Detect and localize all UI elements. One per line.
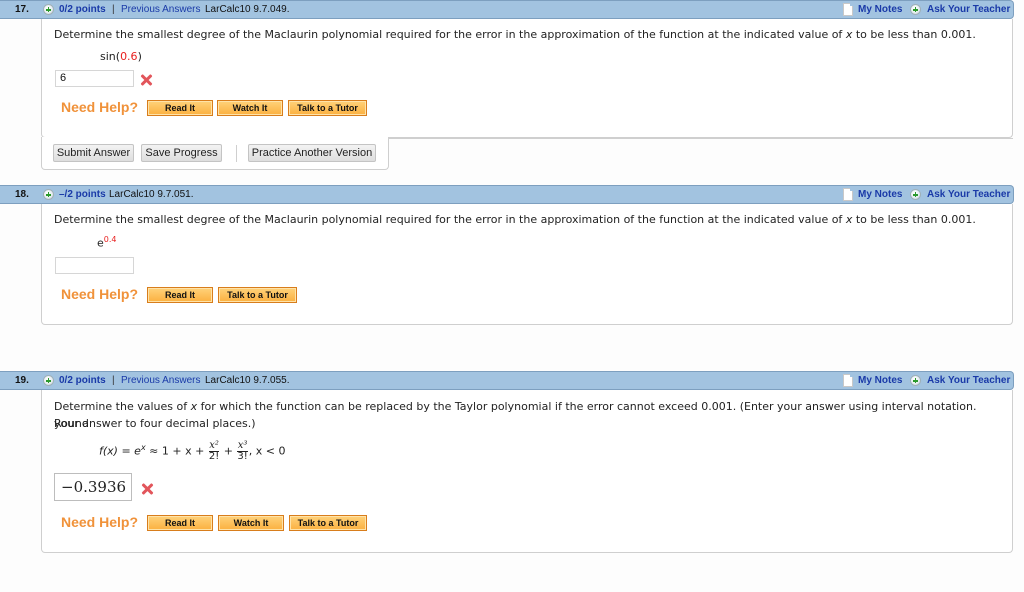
expand-plus-icon[interactable] [43, 4, 54, 15]
answer-input[interactable] [55, 257, 134, 274]
ask-your-teacher-link[interactable]: Ask Your Teacher [927, 4, 1010, 15]
ask-teacher-plus-icon[interactable] [910, 4, 921, 15]
read-it-button[interactable]: Read It [147, 100, 213, 116]
my-notes-link[interactable]: My Notes [858, 189, 902, 200]
read-it-button[interactable]: Read It [147, 515, 213, 531]
frac-denominator: 2! [208, 451, 220, 463]
question-code: LarCalc10 9.7.055. [205, 375, 290, 386]
question-number: 19. [15, 375, 29, 386]
function-expression: sin(0.6) [100, 48, 142, 65]
need-help-label: Need Help? [61, 99, 139, 115]
ask-your-teacher-link[interactable]: Ask Your Teacher [927, 189, 1010, 200]
question-18-header: 18. –/2 points LarCalc10 9.7.051. My Not… [0, 185, 1014, 204]
my-notes-link[interactable]: My Notes [858, 4, 902, 15]
question-number: 17. [15, 4, 29, 15]
need-help-label: Need Help? [61, 514, 139, 530]
expand-plus-icon[interactable] [43, 189, 54, 200]
talk-to-tutor-button[interactable]: Talk to a Tutor [218, 287, 297, 303]
note-icon[interactable] [843, 188, 853, 201]
talk-to-tutor-button[interactable]: Talk to a Tutor [289, 515, 367, 531]
expr-close: ) [137, 50, 142, 63]
need-help-label: Need Help? [61, 286, 139, 302]
separator: | [112, 375, 115, 386]
formula-lhs: f(x) = e [99, 444, 141, 458]
expr-value: 0.6 [120, 50, 138, 63]
practice-another-version-button[interactable]: Practice Another Version [248, 144, 376, 162]
question-prompt: Determine the smallest degree of the Mac… [54, 213, 976, 226]
my-notes-link[interactable]: My Notes [858, 375, 902, 386]
save-progress-button[interactable]: Save Progress [141, 144, 222, 162]
question-code: LarCalc10 9.7.051. [109, 189, 194, 200]
read-it-button[interactable]: Read It [147, 287, 213, 303]
formula-approx: ≈ 1 + x + [145, 444, 208, 458]
expr-func: sin( [100, 50, 121, 63]
formula-condition: , x < 0 [248, 444, 286, 458]
question-19-body: Determine the values of x for which the … [41, 390, 1013, 553]
formula-plus: + [220, 444, 237, 458]
frac-numerator: x² [209, 440, 219, 452]
talk-to-tutor-button[interactable]: Talk to a Tutor [288, 100, 367, 116]
points-link[interactable]: 0/2 points [59, 4, 106, 15]
ask-your-teacher-link[interactable]: Ask Your Teacher [927, 375, 1010, 386]
watch-it-button[interactable]: Watch It [218, 515, 284, 531]
frac-denominator: 3! [237, 451, 248, 463]
question-18-body: Determine the smallest degree of the Mac… [41, 204, 1013, 325]
question-19-header: 19. 0/2 points | Previous Answers LarCal… [0, 371, 1014, 390]
term-x3-over-6: x³ 3! [237, 440, 248, 463]
answer-input[interactable]: 6 [55, 70, 134, 87]
function-expression: e0.4 [97, 231, 117, 252]
question-number: 18. [15, 189, 29, 200]
points-link[interactable]: –/2 points [59, 189, 106, 200]
ask-teacher-plus-icon[interactable] [910, 375, 921, 386]
expand-plus-icon[interactable] [43, 375, 54, 386]
note-icon[interactable] [843, 374, 853, 387]
answer-input[interactable]: −0.3936 [54, 473, 132, 501]
action-divider [236, 145, 237, 162]
question-code: LarCalc10 9.7.049. [205, 4, 290, 15]
previous-answers-link[interactable]: Previous Answers [121, 4, 200, 15]
expr-exponent: 0.4 [103, 235, 117, 244]
separator: | [112, 4, 115, 15]
expr-base: e [97, 236, 104, 250]
incorrect-x-icon [140, 74, 152, 86]
action-bar-bottom-line [388, 138, 1013, 139]
taylor-formula: f(x) = ex ≈ 1 + x + x² 2! + x³ 3!, x < 0 [99, 437, 286, 463]
frac-numerator: x³ [237, 440, 248, 452]
question-prompt: Determine the smallest degree of the Mac… [54, 28, 976, 41]
term-x2-over-2: x² 2! [208, 440, 220, 463]
points-link[interactable]: 0/2 points [59, 375, 106, 386]
previous-answers-link[interactable]: Previous Answers [121, 375, 200, 386]
note-icon[interactable] [843, 3, 853, 16]
watch-it-button[interactable]: Watch It [217, 100, 283, 116]
question-17-header: 17. 0/2 points | Previous Answers LarCal… [0, 0, 1014, 19]
question-17-body: Determine the smallest degree of the Mac… [41, 19, 1013, 138]
ask-teacher-plus-icon[interactable] [910, 189, 921, 200]
question-prompt-line-2: your answer to four decimal places.) [54, 417, 256, 430]
incorrect-x-icon [141, 483, 153, 495]
submit-answer-button[interactable]: Submit Answer [53, 144, 134, 162]
